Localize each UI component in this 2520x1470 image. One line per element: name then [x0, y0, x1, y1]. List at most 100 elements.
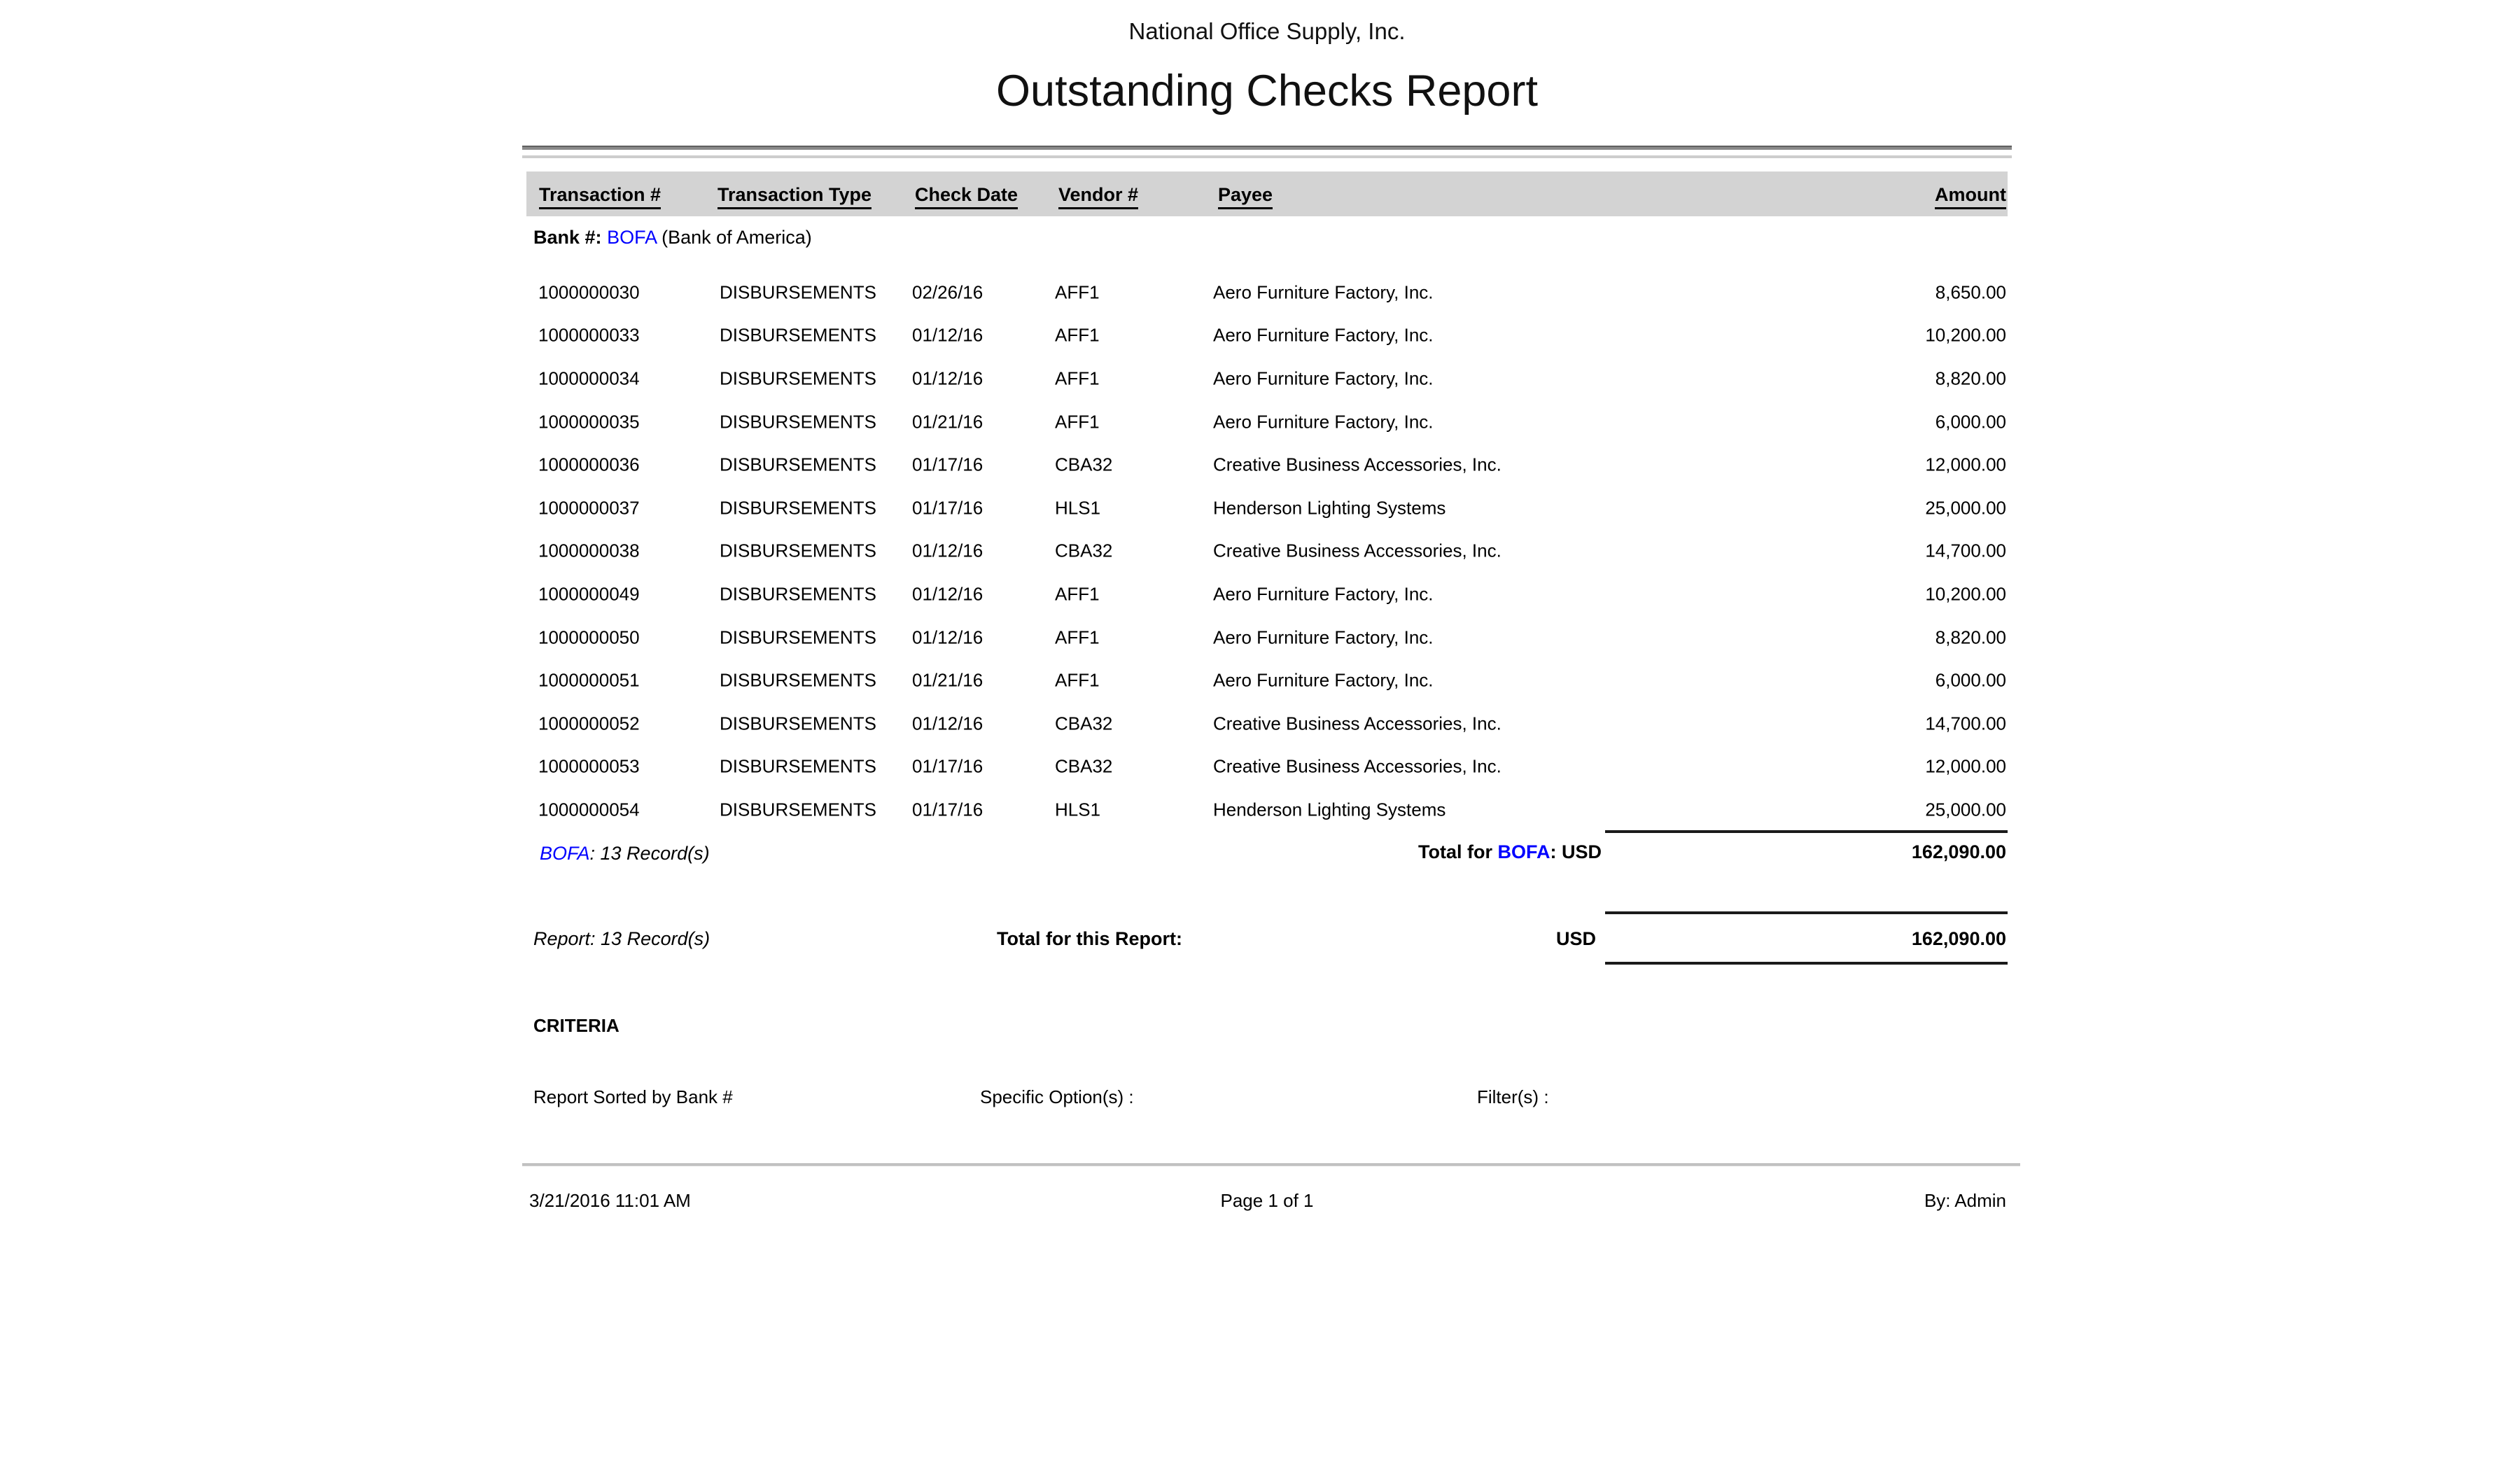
cell-check-date: 01/12/16 — [912, 626, 983, 648]
report-total-row: Report: 13 Record(s) Total for this Repo… — [526, 911, 2008, 966]
table-row: 1000000036 DISBURSEMENTS 01/17/16 CBA32 … — [526, 443, 2008, 486]
table-row: 1000000049 DISBURSEMENTS 01/12/16 AFF1 A… — [526, 573, 2008, 616]
cell-amount: 25,000.00 — [1925, 497, 2006, 519]
column-header-payee[interactable]: Payee — [1218, 184, 1273, 209]
cell-check-date: 02/26/16 — [912, 281, 983, 303]
cell-transaction-number: 1000000037 — [538, 497, 640, 519]
cell-vendor-number: CBA32 — [1055, 756, 1112, 778]
cell-transaction-number: 1000000030 — [538, 281, 640, 303]
cell-amount: 10,200.00 — [1925, 325, 2006, 346]
cell-payee: Creative Business Accessories, Inc. — [1213, 713, 1502, 734]
footer-page-number: Page 1 of 1 — [1221, 1190, 1314, 1212]
cell-transaction-number: 1000000054 — [538, 799, 640, 820]
table-row: 1000000034 DISBURSEMENTS 01/12/16 AFF1 A… — [526, 357, 2008, 400]
footer-generated-by: By: Admin — [1924, 1190, 2006, 1212]
cell-transaction-type: DISBURSEMENTS — [720, 626, 876, 648]
cell-payee: Aero Furniture Factory, Inc. — [1213, 411, 1434, 433]
cell-payee: Creative Business Accessories, Inc. — [1213, 454, 1502, 476]
cell-vendor-number: AFF1 — [1055, 670, 1100, 692]
column-header-transaction-type[interactable]: Transaction Type — [718, 184, 872, 209]
cell-transaction-type: DISBURSEMENTS — [720, 756, 876, 778]
cell-vendor-number: AFF1 — [1055, 325, 1100, 346]
cell-payee: Aero Furniture Factory, Inc. — [1213, 325, 1434, 346]
table-row: 1000000051 DISBURSEMENTS 01/21/16 AFF1 A… — [526, 659, 2008, 702]
table-row: 1000000054 DISBURSEMENTS 01/17/16 HLS1 H… — [526, 788, 2008, 832]
cell-payee: Creative Business Accessories, Inc. — [1213, 756, 1502, 778]
report-page: National Office Supply, Inc. Outstanding… — [526, 0, 2008, 1470]
cell-transaction-number: 1000000038 — [538, 540, 640, 562]
cell-amount: 12,000.00 — [1925, 756, 2006, 778]
report-total-label: Total for this Report: — [997, 928, 1182, 950]
table-row: 1000000053 DISBURSEMENTS 01/17/16 CBA32 … — [526, 746, 2008, 789]
column-header-vendor-number[interactable]: Vendor # — [1058, 184, 1138, 209]
table-row: 1000000035 DISBURSEMENTS 01/21/16 AFF1 A… — [526, 400, 2008, 444]
cell-transaction-number: 1000000052 — [538, 713, 640, 734]
bank-code-link[interactable]: BOFA — [540, 843, 590, 864]
table-row: 1000000050 DISBURSEMENTS 01/12/16 AFF1 A… — [526, 616, 2008, 659]
cell-amount: 8,820.00 — [1935, 368, 2006, 389]
criteria-heading: CRITERIA — [533, 1015, 620, 1037]
column-header-check-date[interactable]: Check Date — [915, 184, 1018, 209]
cell-check-date: 01/12/16 — [912, 713, 983, 734]
cell-check-date: 01/17/16 — [912, 756, 983, 778]
cell-check-date: 01/17/16 — [912, 799, 983, 820]
cell-payee: Henderson Lighting Systems — [1213, 799, 1446, 820]
bank-record-count-text: : 13 Record(s) — [590, 843, 710, 864]
subtotal-overline — [1605, 830, 2008, 833]
cell-payee: Creative Business Accessories, Inc. — [1213, 540, 1502, 562]
table-row: 1000000033 DISBURSEMENTS 01/12/16 AFF1 A… — [526, 314, 2008, 358]
table-body: 1000000030 DISBURSEMENTS 02/26/16 AFF1 A… — [526, 271, 2008, 832]
table-row: 1000000038 DISBURSEMENTS 01/12/16 CBA32 … — [526, 530, 2008, 573]
cell-check-date: 01/21/16 — [912, 411, 983, 433]
cell-transaction-type: DISBURSEMENTS — [720, 670, 876, 692]
cell-transaction-number: 1000000036 — [538, 454, 640, 476]
cell-check-date: 01/12/16 — [912, 325, 983, 346]
cell-vendor-number: AFF1 — [1055, 281, 1100, 303]
bank-name: (Bank of America) — [662, 227, 812, 248]
cell-transaction-number: 1000000033 — [538, 325, 640, 346]
report-total-amount: 162,090.00 — [1912, 928, 2006, 950]
cell-transaction-type: DISBURSEMENTS — [720, 713, 876, 734]
cell-amount: 10,200.00 — [1925, 583, 2006, 605]
cell-amount: 6,000.00 — [1935, 411, 2006, 433]
bank-code-link[interactable]: BOFA — [607, 227, 657, 248]
cell-vendor-number: CBA32 — [1055, 454, 1112, 476]
cell-transaction-number: 1000000035 — [538, 411, 640, 433]
cell-vendor-number: HLS1 — [1055, 799, 1100, 820]
cell-vendor-number: AFF1 — [1055, 368, 1100, 389]
cell-check-date: 01/21/16 — [912, 670, 983, 692]
column-header-transaction-number[interactable]: Transaction # — [539, 184, 661, 209]
cell-transaction-type: DISBURSEMENTS — [720, 799, 876, 820]
cell-amount: 12,000.00 — [1925, 454, 2006, 476]
bank-total-amount: 162,090.00 — [1912, 841, 2006, 863]
cell-transaction-number: 1000000051 — [538, 670, 640, 692]
cell-vendor-number: HLS1 — [1055, 497, 1100, 519]
cell-amount: 8,820.00 — [1935, 626, 2006, 648]
bank-number-label: Bank #: — [533, 227, 602, 248]
cell-transaction-number: 1000000049 — [538, 583, 640, 605]
column-header-amount[interactable]: Amount — [1935, 184, 2006, 209]
cell-transaction-type: DISBURSEMENTS — [720, 497, 876, 519]
cell-transaction-number: 1000000053 — [538, 756, 640, 778]
table-row: 1000000052 DISBURSEMENTS 01/12/16 CBA32 … — [526, 702, 2008, 746]
criteria-specific-options: Specific Option(s) : — [980, 1086, 1134, 1108]
cell-check-date: 01/12/16 — [912, 540, 983, 562]
cell-payee: Aero Furniture Factory, Inc. — [1213, 626, 1434, 648]
cell-vendor-number: CBA32 — [1055, 713, 1112, 734]
cell-vendor-number: AFF1 — [1055, 583, 1100, 605]
cell-transaction-type: DISBURSEMENTS — [720, 540, 876, 562]
cell-payee: Aero Furniture Factory, Inc. — [1213, 368, 1434, 389]
cell-transaction-type: DISBURSEMENTS — [720, 454, 876, 476]
cell-amount: 14,700.00 — [1925, 713, 2006, 734]
company-name: National Office Supply, Inc. — [526, 18, 2008, 45]
title-divider-dark — [522, 146, 2012, 150]
bank-group-header: Bank #: BOFA (Bank of America) — [533, 227, 812, 248]
report-record-count: Report: 13 Record(s) — [533, 928, 710, 950]
cell-transaction-type: DISBURSEMENTS — [720, 368, 876, 389]
cell-amount: 14,700.00 — [1925, 540, 2006, 562]
bank-code-link[interactable]: BOFA — [1497, 841, 1550, 862]
cell-check-date: 01/12/16 — [912, 583, 983, 605]
bank-total-label-prefix: Total for — [1418, 841, 1497, 862]
footer-divider — [522, 1163, 2020, 1166]
cell-transaction-type: DISBURSEMENTS — [720, 281, 876, 303]
